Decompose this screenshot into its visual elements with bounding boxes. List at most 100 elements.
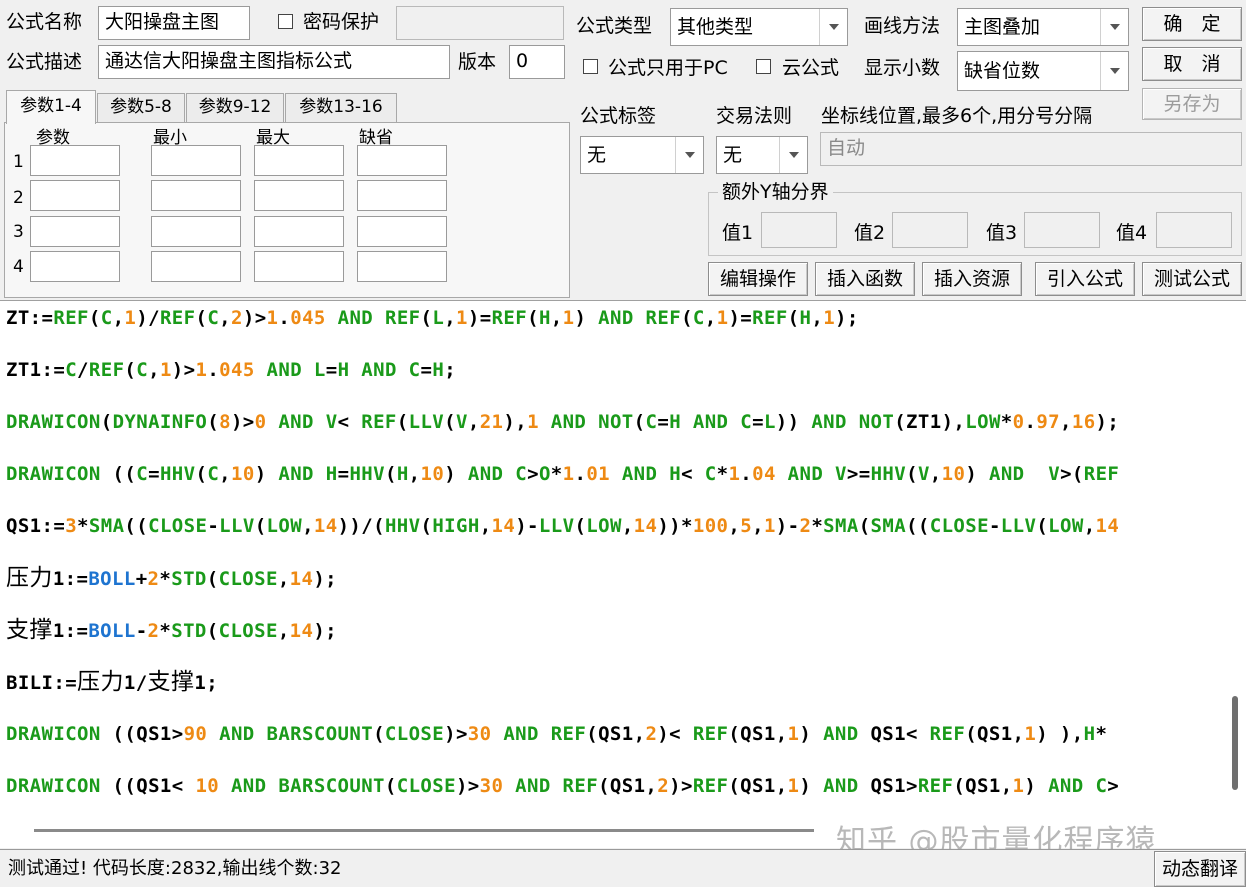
code-token: HHV (870, 463, 907, 485)
code-token: 1 (195, 359, 208, 381)
code-token: REF (1083, 463, 1120, 485)
param-max-input[interactable] (254, 180, 344, 211)
code-token: , (219, 307, 232, 329)
code-token: QS1> (858, 775, 918, 797)
code-token: C (207, 463, 220, 485)
tab-params-1-4[interactable]: 参数1-4 (6, 90, 96, 124)
y-value-4-label: 值4 (1116, 222, 1148, 244)
import-formula-button[interactable]: 引入公式 (1035, 262, 1135, 296)
code-token: 支撑 (147, 669, 195, 695)
formula-name-input[interactable]: 大阳操盘主图 (98, 6, 250, 40)
chevron-down-icon[interactable] (819, 9, 847, 45)
pc-only-checkbox[interactable] (583, 59, 598, 74)
ok-button[interactable]: 确 定 (1142, 7, 1242, 41)
tab-params-5-8[interactable]: 参数5-8 (97, 93, 185, 122)
param-min-input[interactable] (151, 145, 241, 176)
formula-desc-input[interactable]: 通达信大阳操盘主图指标公式 (98, 45, 450, 79)
param-min-input[interactable] (151, 216, 241, 247)
code-token: 2 (799, 515, 812, 537)
code-token: 97 (1036, 411, 1061, 433)
code-token: SMA (88, 515, 125, 537)
param-default-input[interactable] (357, 216, 447, 247)
code-token: )< (657, 723, 693, 745)
code-token: 30 (479, 775, 504, 797)
insert-resource-button[interactable]: 插入资源 (922, 262, 1022, 296)
code-token: LOW (266, 515, 303, 537)
chevron-down-icon[interactable] (1100, 9, 1128, 45)
code-token: / (77, 359, 89, 381)
code-token: ) (574, 307, 599, 329)
cloud-formula-checkbox[interactable] (756, 59, 771, 74)
y-value-4-input[interactable] (1156, 212, 1232, 248)
param-min-input[interactable] (151, 180, 241, 211)
formula-type-select[interactable]: 其他类型 (670, 8, 848, 46)
password-input[interactable] (396, 6, 564, 40)
code-token: H (325, 463, 338, 485)
code-token: LOW (965, 411, 1001, 433)
chevron-down-icon[interactable] (779, 137, 807, 173)
insert-function-button[interactable]: 插入函数 (815, 262, 915, 296)
edit-ops-button[interactable]: 编辑操作 (708, 262, 808, 296)
chevron-down-icon[interactable] (1100, 52, 1128, 90)
param-max-input[interactable] (254, 251, 344, 282)
y-value-2-input[interactable] (892, 212, 968, 248)
cancel-button[interactable]: 取 消 (1142, 47, 1242, 81)
coord-line-input[interactable]: 自动 (820, 132, 1242, 166)
test-formula-button[interactable]: 测试公式 (1142, 262, 1242, 296)
code-token: )- (775, 515, 800, 537)
formula-tag-select[interactable]: 无 (580, 136, 704, 174)
param-max-input[interactable] (254, 216, 344, 247)
code-token: 压力 (77, 669, 124, 695)
vertical-scrollbar-thumb[interactable] (1232, 696, 1238, 790)
code-token: ( (88, 307, 101, 329)
horizontal-scrollbar-thumb[interactable] (34, 829, 814, 832)
code-editor[interactable]: ZT:=REF(C,1)/REF(C,2)>1.045 AND REF(L,1)… (0, 300, 1246, 848)
draw-method-value: 主图叠加 (964, 16, 1041, 38)
chevron-down-icon[interactable] (675, 137, 703, 173)
param-name-input[interactable] (30, 251, 120, 282)
code-token: ( (373, 723, 385, 745)
password-checkbox[interactable] (278, 14, 293, 29)
param-name-input[interactable] (30, 180, 120, 211)
save-as-button[interactable]: 另存为 (1142, 88, 1242, 120)
code-token: REF (929, 723, 966, 745)
param-name-input[interactable] (30, 216, 120, 247)
code-token: AND (278, 463, 314, 485)
param-name-input[interactable] (30, 145, 120, 176)
code-token: AND (989, 463, 1025, 485)
param-max-input[interactable] (254, 145, 344, 176)
trade-rule-select[interactable]: 无 (716, 136, 808, 174)
coord-line-label: 坐标线位置,最多6个,用分号分隔 (821, 105, 1093, 127)
param-default-input[interactable] (357, 180, 447, 211)
y-value-3-input[interactable] (1024, 212, 1100, 248)
draw-method-select[interactable]: 主图叠加 (957, 8, 1129, 46)
code-token: ( (906, 463, 918, 485)
decimals-select[interactable]: 缺省位数 (957, 51, 1129, 91)
param-default-input[interactable] (357, 145, 447, 176)
code-token: . (1024, 411, 1037, 433)
code-token: ) (799, 775, 824, 797)
trade-rule-label: 交易法则 (716, 105, 793, 127)
param-default-input[interactable] (357, 251, 447, 282)
code-token: 1 (716, 307, 729, 329)
code-token: REF (491, 307, 528, 329)
y-value-1-input[interactable] (761, 212, 837, 248)
code-token: 30 (467, 723, 492, 745)
code-token: QS1< (858, 723, 930, 745)
dynamic-translate-button[interactable]: 动态翻译 (1154, 851, 1246, 887)
code-token: . (207, 359, 220, 381)
code-token: < (681, 463, 705, 485)
code-token: = (752, 411, 764, 433)
param-min-input[interactable] (151, 251, 241, 282)
version-input[interactable]: 0 (509, 45, 565, 79)
code-token: AND (550, 411, 587, 433)
code-line: BILI:=压力1/支撑1; (6, 669, 218, 696)
code-token: AND (515, 775, 551, 797)
tab-params-13-16[interactable]: 参数13-16 (285, 93, 397, 122)
code-token: AND (467, 463, 504, 485)
code-line: DRAWICON ((QS1>90 AND BARSCOUNT(CLOSE)>3… (6, 721, 1107, 747)
tab-params-9-12[interactable]: 参数9-12 (186, 93, 284, 122)
